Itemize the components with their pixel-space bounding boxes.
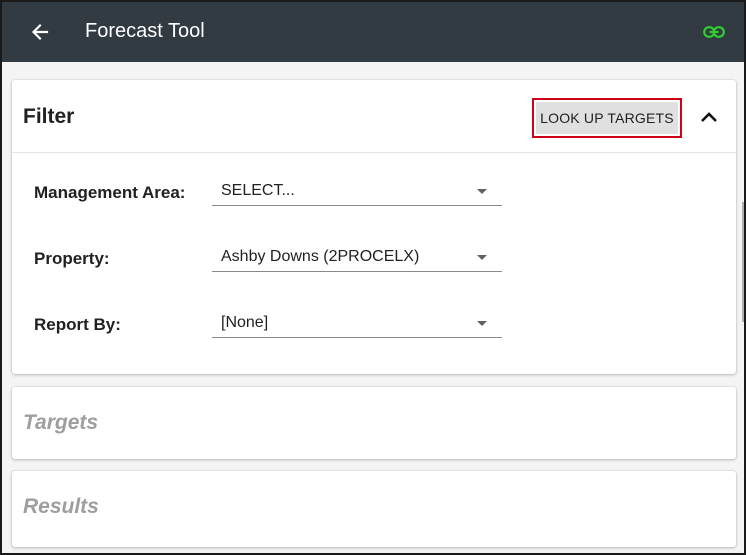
management-area-select[interactable]: SELECT...: [212, 178, 502, 206]
dropdown-caret-icon: [477, 321, 487, 326]
report-by-label: Report By:: [34, 315, 121, 334]
targets-card[interactable]: Targets: [12, 387, 736, 459]
app-window: Forecast Tool Filter LOOK UP TARGETS Man…: [0, 0, 746, 555]
scrollbar[interactable]: [742, 202, 744, 322]
filter-header: Filter LOOK UP TARGETS: [12, 80, 736, 153]
property-select[interactable]: Ashby Downs (2PROCELX): [212, 244, 502, 272]
property-value: Ashby Downs (2PROCELX): [221, 248, 420, 265]
dropdown-caret-icon: [477, 189, 487, 194]
management-area-value: SELECT...: [221, 182, 295, 199]
property-label: Property:: [34, 249, 110, 268]
results-title: Results: [23, 495, 99, 518]
app-bar: Forecast Tool: [2, 2, 744, 62]
results-card[interactable]: Results: [12, 471, 736, 547]
look-up-targets-button[interactable]: LOOK UP TARGETS: [532, 98, 682, 138]
arrow-left-icon: [31, 23, 49, 41]
link-button[interactable]: [698, 16, 730, 48]
filter-title: Filter: [23, 105, 75, 128]
report-by-value: [None]: [221, 314, 269, 331]
report-by-select[interactable]: [None]: [212, 310, 502, 338]
chevron-up-icon: [701, 112, 717, 122]
targets-title: Targets: [23, 411, 99, 434]
filter-card: Filter LOOK UP TARGETS Management Area: …: [12, 80, 736, 374]
link-icon: [703, 26, 725, 38]
back-button[interactable]: [24, 16, 56, 48]
page-title: Forecast Tool: [85, 20, 205, 42]
collapse-filter-button[interactable]: [694, 102, 724, 132]
management-area-label: Management Area:: [34, 183, 186, 202]
dropdown-caret-icon: [477, 255, 487, 260]
look-up-targets-label: LOOK UP TARGETS: [536, 102, 678, 134]
